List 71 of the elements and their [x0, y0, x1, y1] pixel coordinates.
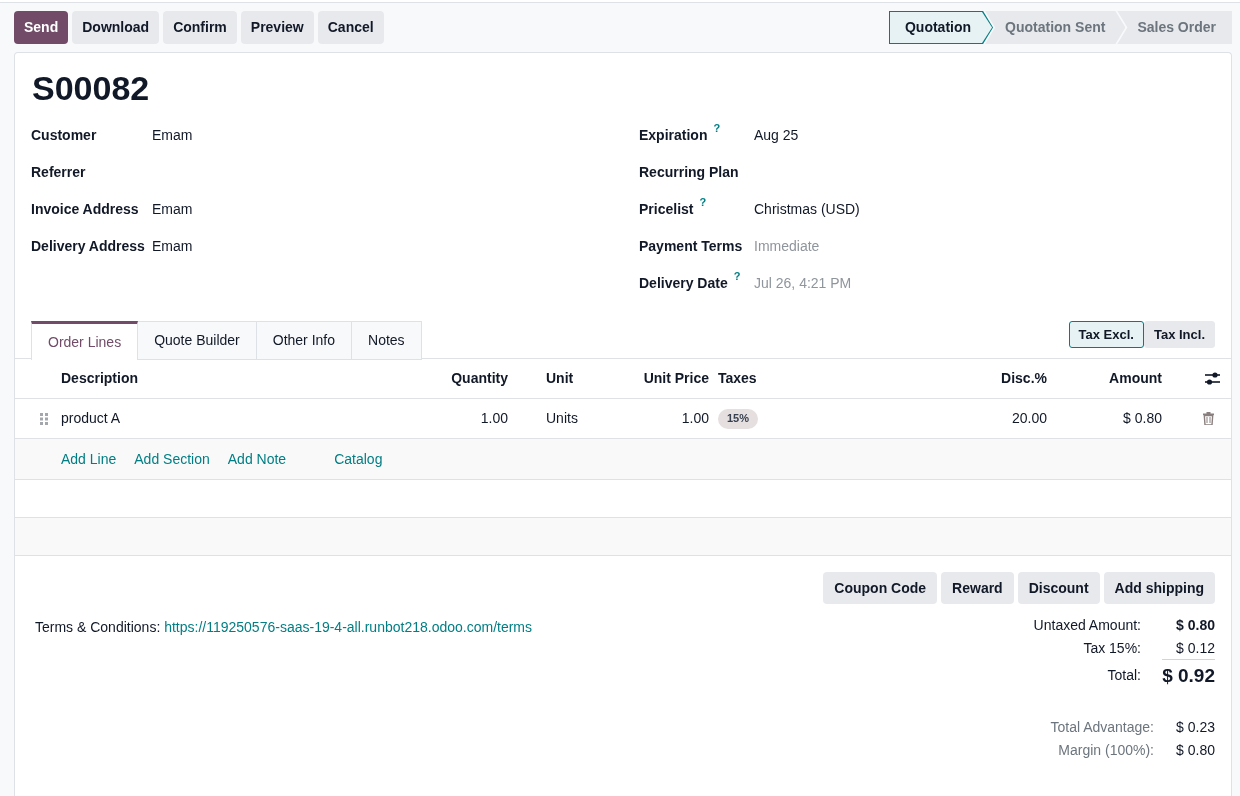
- promotion-button[interactable]: Reward: [941, 572, 1014, 604]
- field-label: Delivery Address: [31, 237, 145, 256]
- action-button[interactable]: Cancel: [317, 11, 384, 44]
- promotion-button[interactable]: Add shipping: [1103, 572, 1215, 604]
- action-button[interactable]: Preview: [240, 11, 314, 44]
- action-button[interactable]: Download: [72, 11, 160, 44]
- field-label: Payment Terms: [639, 237, 743, 256]
- field-value: Emam: [152, 126, 193, 145]
- total-label: Total:: [1107, 665, 1141, 685]
- status-step[interactable]: Quotation Sent: [985, 11, 1126, 44]
- table-cell-text: product A: [61, 409, 121, 428]
- tab[interactable]: Notes: [352, 321, 422, 360]
- total-value: $ 0.80: [1176, 616, 1215, 635]
- table-cell-text: 1.00: [681, 409, 709, 428]
- action-button[interactable]: Send: [14, 11, 69, 44]
- field-label: Customer: [31, 126, 97, 145]
- total-label: Untaxed Amount:: [1033, 616, 1141, 635]
- table-cell-text: $ 0.80: [1123, 409, 1162, 428]
- column-header[interactable]: Amount: [1109, 368, 1162, 389]
- tab[interactable]: Quote Builder: [138, 321, 257, 360]
- field-value: Christmas (USD): [754, 200, 860, 219]
- column-header[interactable]: Unit: [546, 368, 574, 389]
- input-field[interactable]: Immediate: [754, 236, 820, 257]
- column-header[interactable]: Description: [61, 368, 138, 389]
- input-field[interactable]: Jul 26, 4:21 PM: [754, 273, 852, 294]
- total-label: Tax 15%:: [1083, 639, 1141, 658]
- drag-handle-icon[interactable]: [40, 412, 48, 425]
- column-header[interactable]: Disc.%: [1001, 368, 1047, 389]
- field-label: Expiration: [639, 126, 708, 145]
- table-cell-text: Units: [546, 409, 578, 428]
- tax-toggle-button[interactable]: Tax Excl.: [1068, 321, 1144, 348]
- column-header[interactable]: Quantity: [451, 368, 508, 389]
- field-label: Referrer: [31, 163, 86, 182]
- field-label: Pricelist: [639, 200, 694, 219]
- column-header[interactable]: Taxes: [718, 368, 757, 389]
- tab[interactable]: Other Info: [256, 321, 353, 360]
- field-value: Aug 25: [754, 126, 799, 145]
- total-value: $ 0.92: [1162, 659, 1215, 691]
- status-step[interactable]: Quotation: [888, 11, 994, 44]
- status-step[interactable]: Sales Order: [1117, 11, 1232, 44]
- tax-tag: 15%: [718, 408, 759, 429]
- action-button[interactable]: Confirm: [163, 11, 237, 44]
- trash-icon[interactable]: [1203, 412, 1214, 425]
- add-link[interactable]: Add Line: [61, 448, 117, 470]
- tax-toggle-button[interactable]: Tax Incl.: [1143, 321, 1215, 348]
- promotion-button[interactable]: Discount: [1017, 572, 1100, 604]
- terms-link[interactable]: https://119250576-saas-19-4-all.runbot218.odoo.com/terms: [164, 619, 533, 635]
- tab[interactable]: Order Lines: [31, 321, 139, 360]
- total-value: $ 0.12: [1176, 639, 1215, 658]
- field-label: Invoice Address: [31, 200, 139, 219]
- add-link[interactable]: Catalog: [334, 448, 383, 470]
- column-header[interactable]: Unit Price: [643, 368, 709, 389]
- margin-value: $ 0.80: [1176, 741, 1215, 760]
- table-cell-text: 1.00: [480, 409, 508, 428]
- field-label: Delivery Date: [639, 274, 728, 293]
- add-link[interactable]: Add Note: [227, 448, 287, 470]
- field-label: Recurring Plan: [639, 163, 739, 182]
- field-value: Emam: [152, 237, 193, 256]
- margin-label: Total Advantage:: [1050, 718, 1154, 737]
- record-title: S00082: [32, 68, 151, 108]
- help-tooltip-mark[interactable]: ?: [713, 122, 721, 134]
- sliders-icon[interactable]: [1205, 372, 1220, 385]
- terms-text: Terms & Conditions: https://119250576-saas-19-4-all.runbot218.odoo.com/terms: [35, 618, 533, 637]
- margin-value: $ 0.23: [1176, 718, 1215, 737]
- help-tooltip-mark[interactable]: ?: [699, 196, 707, 208]
- field-value: Emam: [152, 200, 193, 219]
- promotion-button[interactable]: Coupon Code: [823, 572, 938, 604]
- add-link[interactable]: Add Section: [134, 448, 210, 470]
- help-tooltip-mark[interactable]: ?: [733, 270, 741, 282]
- table-cell-text: 20.00: [1011, 409, 1047, 428]
- margin-label: Margin (100%):: [1058, 741, 1154, 760]
